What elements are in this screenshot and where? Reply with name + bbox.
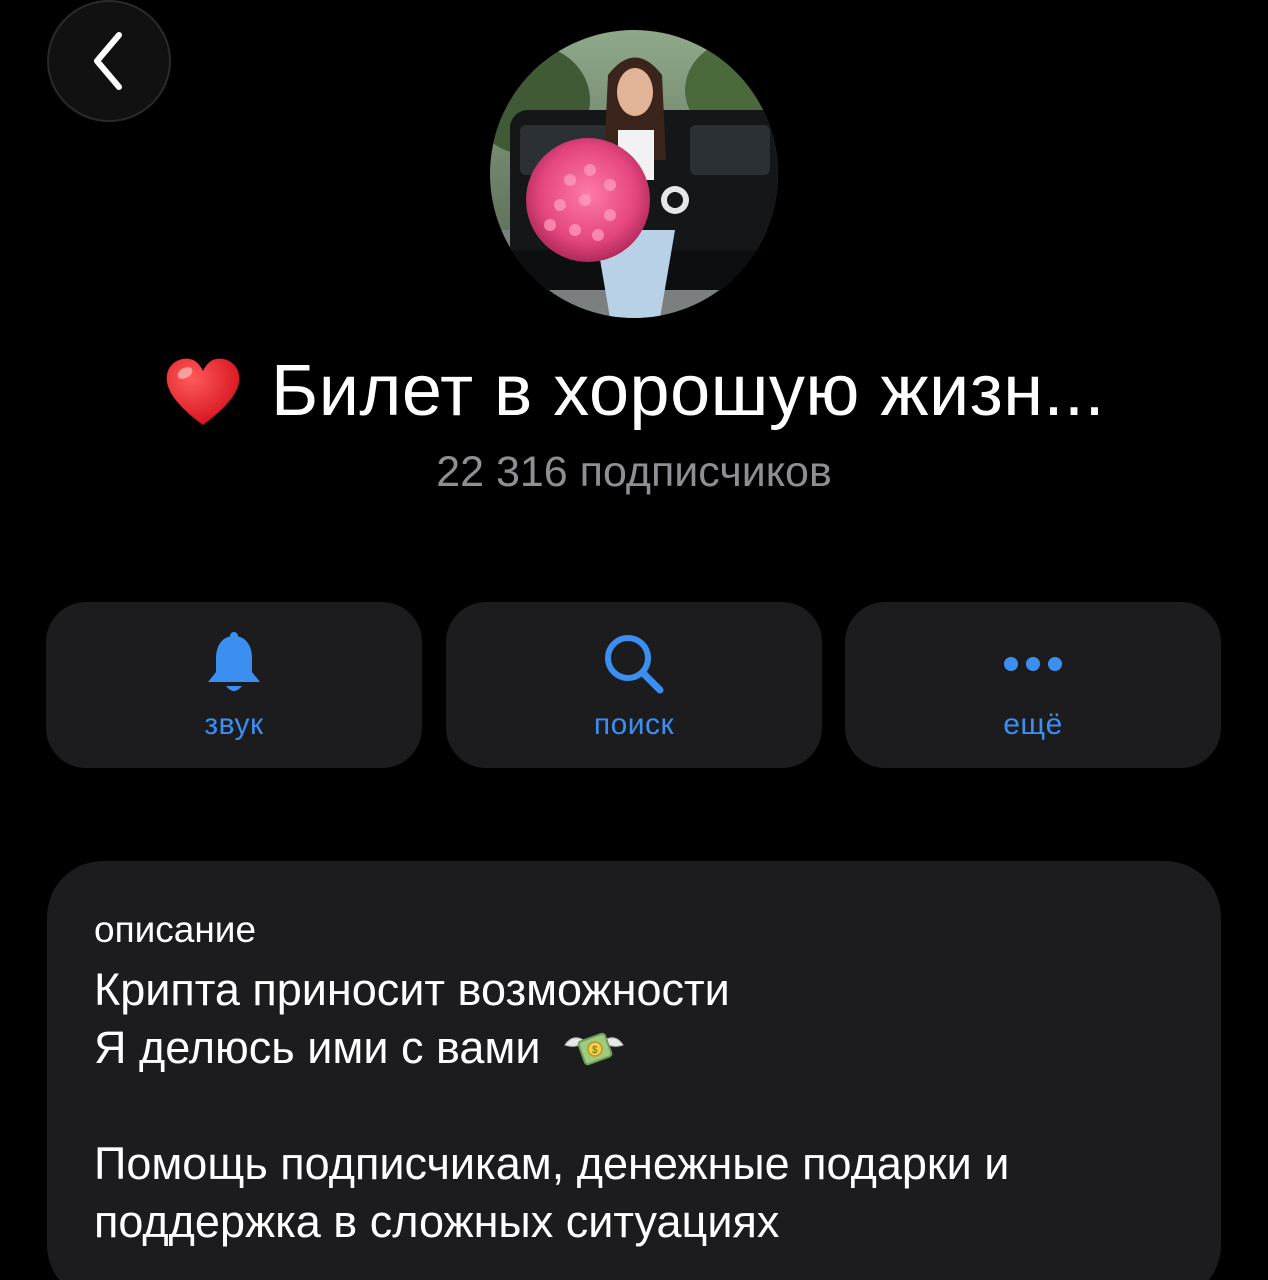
- channel-avatar[interactable]: [490, 30, 778, 318]
- avatar-photo: [490, 30, 778, 318]
- description-caption: описание: [94, 909, 257, 950]
- more-icon: [1004, 657, 1062, 671]
- back-button[interactable]: [47, 0, 171, 122]
- svg-text:$: $: [592, 1045, 598, 1056]
- search-icon: [605, 635, 664, 694]
- more-button[interactable]: ещё: [845, 602, 1221, 768]
- description-text: Крипта приносит возможности Я делюсь ими…: [94, 961, 1174, 1251]
- description-line-3: Помощь подписчикам, денежные подарки и п…: [94, 1138, 1010, 1247]
- bell-icon: [208, 632, 260, 691]
- description-line-2-row: Я делюсь ими с вами $: [94, 1019, 1174, 1077]
- description-card: описание Крипта приносит возможности Я д…: [47, 861, 1221, 1280]
- sound-label: звук: [204, 708, 264, 741]
- sound-button[interactable]: звук: [46, 602, 422, 768]
- chevron-left-icon: [94, 32, 122, 90]
- description-line-2: Я делюсь ими с вами: [94, 1022, 541, 1073]
- channel-title: Билет в хорошую жизн...: [270, 351, 1106, 431]
- subscriber-count: 22 316 подписчиков: [436, 448, 832, 496]
- heart-emoji: [166, 358, 240, 425]
- description-line-1: Крипта приносит возможности: [94, 964, 730, 1015]
- more-label: ещё: [1003, 708, 1063, 741]
- channel-title-row: Билет в хорошую жизн...: [0, 350, 1268, 432]
- search-label: поиск: [593, 708, 675, 741]
- money-with-wings-emoji: $: [564, 1032, 624, 1066]
- search-button[interactable]: поиск: [446, 602, 822, 768]
